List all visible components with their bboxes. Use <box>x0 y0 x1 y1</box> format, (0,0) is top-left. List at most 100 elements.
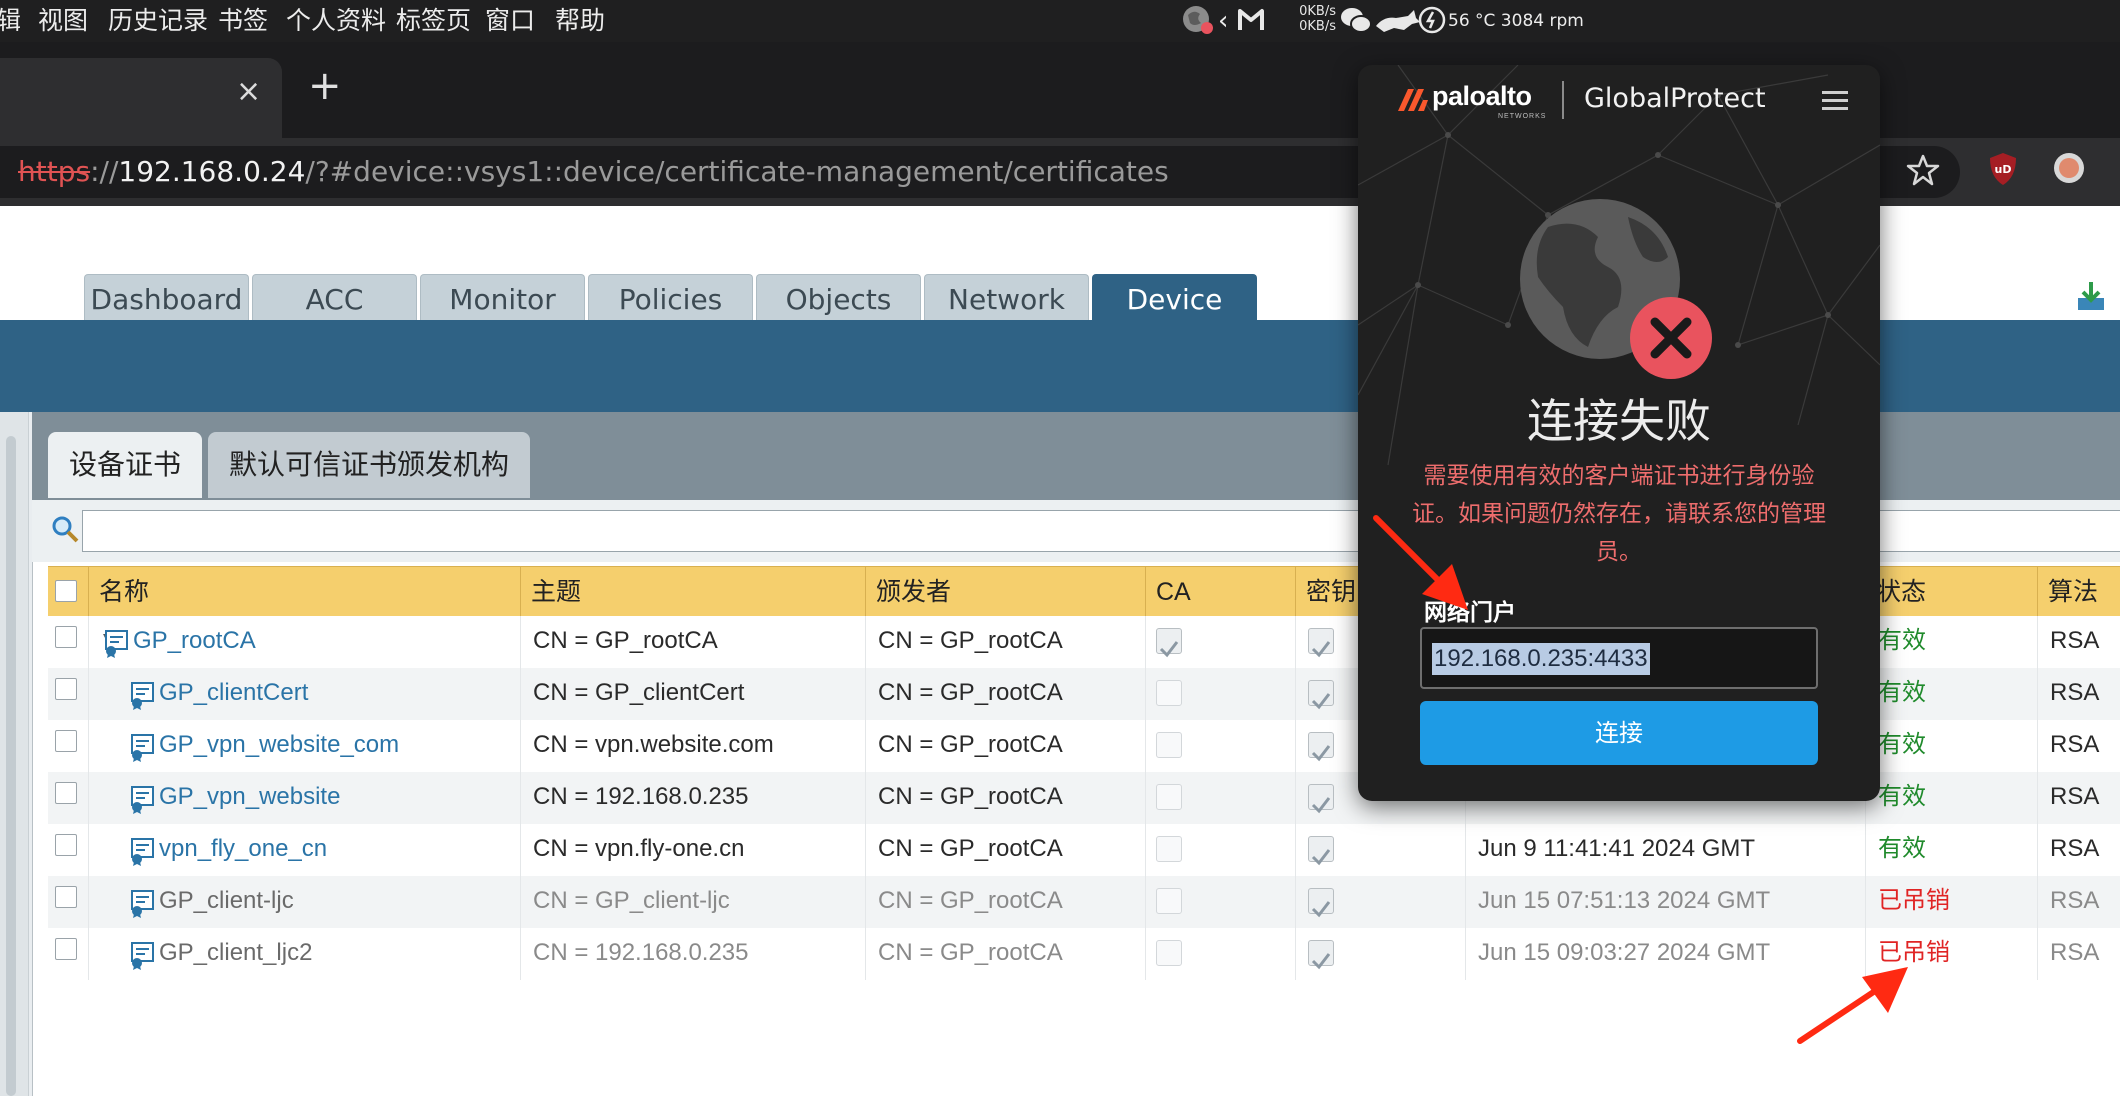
cert-name-link[interactable]: GP_rootCA <box>133 616 256 666</box>
cert-algorithm-cell: RSA <box>2037 668 2120 720</box>
tab-device[interactable]: Device <box>1092 274 1257 323</box>
cert-issuer-cell: CN = GP_rootCA <box>865 616 1145 668</box>
portal-input-value[interactable]: 192.168.0.235:4433 <box>1432 643 1650 675</box>
connect-button[interactable]: 连接 <box>1420 701 1818 765</box>
portal-input[interactable]: 192.168.0.235:4433 <box>1420 627 1818 689</box>
annotation-arrow-portal <box>1373 515 1468 610</box>
select-all-checkbox[interactable] <box>55 580 77 602</box>
ca-checked-icon <box>1156 628 1182 658</box>
certificate-icon <box>105 630 128 658</box>
wechat-icon[interactable] <box>1340 5 1372 35</box>
cert-name-link[interactable]: vpn_fly_one_cn <box>159 824 327 874</box>
browser-tab[interactable]: × <box>0 58 282 138</box>
menu-history[interactable]: 历史记录 <box>108 0 208 42</box>
bookmark-star-icon[interactable] <box>1906 153 1940 187</box>
cert-subject-cell: CN = vpn.fly-one.cn <box>520 824 865 876</box>
col-status[interactable]: 状态 <box>1865 566 2037 616</box>
certificate-icon <box>131 890 154 918</box>
toolbar-overflow <box>2096 146 2100 198</box>
cert-status-cell: 已吊销 <box>1865 876 2037 928</box>
ca-unchecked-icon <box>1156 940 1182 966</box>
cert-name-link[interactable]: GP_client-ljc <box>159 876 294 926</box>
paloalto-wordmark: paloalto <box>1432 81 1532 111</box>
cert-issuer-cell: CN = GP_rootCA <box>865 928 1145 980</box>
menu-tabs[interactable]: 标签页 <box>396 0 471 42</box>
tab-policies[interactable]: Policies <box>588 274 753 323</box>
col-name[interactable]: 名称 <box>88 566 520 616</box>
row-checkbox[interactable] <box>55 938 77 960</box>
macos-menu-bar: 辑 视图 历史记录 书签 个人资料 标签页 窗口 帮助 ‹ 0KB/s 0KB/s… <box>0 0 2120 42</box>
cert-name-cell: GP_client-ljc <box>88 876 520 928</box>
menu-view[interactable]: 视图 <box>38 0 88 42</box>
cert-ca-cell <box>1145 668 1295 720</box>
cert-name-link[interactable]: GP_client_ljc2 <box>159 928 312 978</box>
cert-subject-cell: CN = GP_clientCert <box>520 668 865 720</box>
sensor-readout: 56 °C 3084 rpm <box>1448 11 1584 31</box>
row-checkbox[interactable] <box>55 834 77 856</box>
left-rail-scrollbar[interactable] <box>6 436 16 1096</box>
check-icon <box>1159 641 1179 658</box>
cert-ca-cell <box>1145 876 1295 928</box>
col-algorithm[interactable]: 算法 <box>2037 566 2120 616</box>
hamburger-menu-icon[interactable] <box>1822 89 1850 113</box>
cert-name-cell: ▽GP_rootCA <box>88 616 520 668</box>
ca-unchecked-icon <box>1156 784 1182 810</box>
cert-issuer-cell: CN = GP_rootCA <box>865 668 1145 720</box>
check-icon <box>1311 797 1331 814</box>
new-tab-button[interactable]: + <box>308 66 342 106</box>
chevron-left-icon[interactable]: ‹ <box>1218 0 1228 42</box>
key-checked-icon <box>1308 888 1334 918</box>
menu-help[interactable]: 帮助 <box>555 0 605 42</box>
globalprotect-title: GlobalProtect <box>1584 83 1766 114</box>
paloalto-networks-wordmark: NETWORKS <box>1498 113 1547 120</box>
menu-window[interactable]: 窗口 <box>485 0 535 42</box>
cert-name-link[interactable]: GP_vpn_website <box>159 772 340 822</box>
network-speed: 0KB/s 0KB/s <box>1299 4 1336 34</box>
cert-subject-cell: CN = GP_client-ljc <box>520 876 865 928</box>
tab-monitor[interactable]: Monitor <box>420 274 585 323</box>
cert-name-cell: GP_vpn_website_com <box>88 720 520 772</box>
key-checked-icon <box>1308 940 1334 970</box>
cert-name-link[interactable]: GP_clientCert <box>159 668 308 718</box>
cert-issuer-cell: CN = GP_rootCA <box>865 720 1145 772</box>
gmail-icon[interactable] <box>1238 8 1264 32</box>
row-checkbox[interactable] <box>55 626 77 648</box>
tab-acc[interactable]: ACC <box>252 274 417 323</box>
tab-network[interactable]: Network <box>924 274 1089 323</box>
extension-icon[interactable] <box>2052 151 2086 185</box>
col-issuer[interactable]: 颁发者 <box>865 566 1145 616</box>
address-bar-url[interactable]: https://192.168.0.24/?#device::vsys1::de… <box>18 152 1169 192</box>
commit-icon[interactable] <box>2074 280 2108 314</box>
cert-ca-cell <box>1145 720 1295 772</box>
col-ca[interactable]: CA <box>1145 566 1295 616</box>
ca-unchecked-icon <box>1156 732 1182 758</box>
tab-objects[interactable]: Objects <box>756 274 921 323</box>
error-x-icon <box>1630 297 1712 379</box>
cert-status-cell: 有效 <box>1865 616 2037 668</box>
menu-profiles[interactable]: 个人资料 <box>286 0 386 42</box>
menu-bookmarks[interactable]: 书签 <box>218 0 268 42</box>
cert-ca-cell <box>1145 616 1295 668</box>
row-checkbox[interactable] <box>55 886 77 908</box>
ublock-icon[interactable]: uD <box>1988 151 2018 187</box>
row-checkbox[interactable] <box>55 678 77 700</box>
menu-edit[interactable]: 辑 <box>0 0 21 42</box>
search-icon[interactable] <box>50 514 80 544</box>
tab-device-certificates[interactable]: 设备证书 <box>48 432 202 498</box>
cert-name-cell: GP_client_ljc2 <box>88 928 520 980</box>
tab-default-trusted-cas[interactable]: 默认可信证书颁发机构 <box>208 432 530 498</box>
cert-subject-cell: CN = 192.168.0.235 <box>520 928 865 980</box>
power-icon[interactable] <box>1418 6 1446 34</box>
check-icon <box>1311 693 1331 710</box>
cert-issuer-cell: CN = GP_rootCA <box>865 772 1145 824</box>
cert-name-link[interactable]: GP_vpn_website_com <box>159 720 399 770</box>
cert-subject-cell: CN = vpn.website.com <box>520 720 865 772</box>
close-tab-icon[interactable]: × <box>236 74 261 109</box>
cert-status-cell: 有效 <box>1865 668 2037 720</box>
tab-dashboard[interactable]: Dashboard <box>84 274 249 323</box>
row-checkbox[interactable] <box>55 782 77 804</box>
row-checkbox[interactable] <box>55 730 77 752</box>
globalprotect-tray-icon[interactable] <box>1180 3 1216 39</box>
col-subject[interactable]: 主题 <box>520 566 865 616</box>
runcat-icon[interactable] <box>1374 8 1422 34</box>
